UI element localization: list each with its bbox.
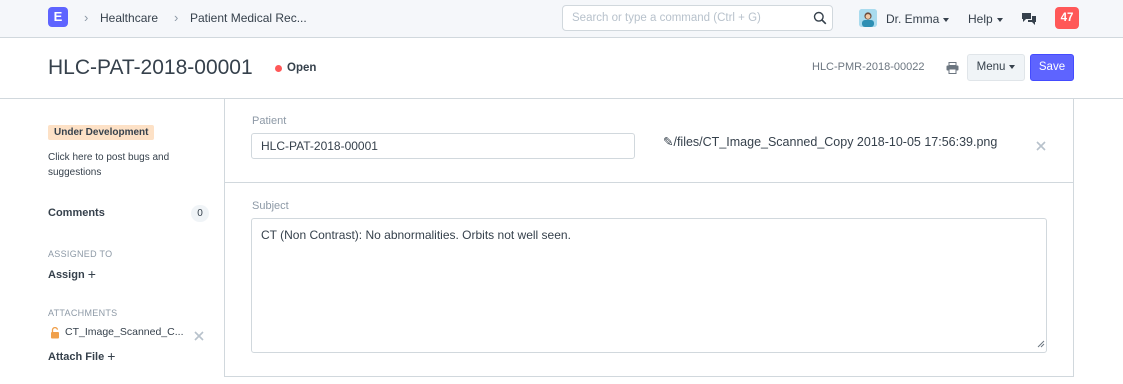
form-layout: Patient HLC-PAT-2018-00001 ✎/files/CT_Im… bbox=[224, 99, 1074, 377]
chat-icon[interactable] bbox=[1021, 12, 1037, 31]
menu-button[interactable]: Menu bbox=[967, 54, 1025, 81]
paperclip-icon: ✎ bbox=[663, 135, 674, 149]
attachment-item: CT_Image_Scanned_C... bbox=[48, 325, 208, 341]
file-path: /files/CT_Image_Scanned_Copy 2018-10-05 … bbox=[673, 135, 998, 149]
subject-label: Subject bbox=[252, 200, 289, 212]
navbar: E › Healthcare › Patient Medical Rec... … bbox=[0, 0, 1123, 38]
assigned-to-label: ASSIGNED TO bbox=[48, 249, 113, 259]
plus-icon: + bbox=[107, 348, 116, 364]
patient-field[interactable]: HLC-PAT-2018-00001 bbox=[251, 133, 635, 159]
plus-icon: + bbox=[87, 266, 96, 282]
attachment-file-link[interactable]: ✎/files/CT_Image_Scanned_Copy 2018-10-05… bbox=[663, 134, 997, 149]
attachment-link[interactable]: CT_Image_Scanned_C... bbox=[65, 326, 187, 338]
under-development-badge[interactable]: Under Development bbox=[48, 125, 155, 140]
close-icon[interactable] bbox=[194, 328, 204, 346]
comments-link[interactable]: Comments bbox=[48, 207, 105, 219]
app-logo[interactable]: E bbox=[48, 7, 68, 27]
caret-down-icon bbox=[943, 17, 950, 22]
search-input[interactable]: Search or type a command (Ctrl + G) bbox=[562, 5, 833, 31]
caret-down-icon bbox=[996, 17, 1003, 22]
subject-textarea[interactable]: CT (Non Contrast): No abnormalities. Orb… bbox=[251, 218, 1047, 353]
search-placeholder: Search or type a command (Ctrl + G) bbox=[572, 12, 761, 24]
unlock-icon bbox=[50, 326, 60, 344]
assign-button[interactable]: Assign + bbox=[48, 266, 96, 282]
breadcrumb-patient-medical-record[interactable]: Patient Medical Rec... bbox=[190, 11, 307, 25]
status-dot-icon bbox=[275, 65, 282, 72]
comments-count: 0 bbox=[191, 205, 209, 222]
document-name: HLC-PMR-2018-00022 bbox=[812, 61, 925, 73]
user-name: Dr. Emma bbox=[886, 12, 940, 26]
chevron-right-icon: › bbox=[174, 10, 179, 25]
save-button[interactable]: Save bbox=[1030, 54, 1074, 81]
search-icon[interactable] bbox=[813, 11, 827, 30]
status-indicator: Open bbox=[287, 62, 317, 74]
attach-file-button[interactable]: Attach File + bbox=[48, 348, 115, 364]
menu-label: Menu bbox=[976, 61, 1006, 73]
notification-badge[interactable]: 47 bbox=[1055, 7, 1079, 29]
section-divider bbox=[225, 182, 1073, 183]
breadcrumb-healthcare[interactable]: Healthcare bbox=[100, 11, 158, 25]
help-menu[interactable]: Help bbox=[968, 12, 1003, 26]
help-label: Help bbox=[968, 12, 993, 26]
resize-handle-icon[interactable] bbox=[1037, 337, 1045, 351]
page-head: HLC-PAT-2018-00001 Open HLC-PMR-2018-000… bbox=[0, 38, 1123, 99]
sidebar: Under Development Click here to post bug… bbox=[48, 99, 224, 384]
subject-text: CT (Non Contrast): No abnormalities. Orb… bbox=[261, 228, 571, 242]
close-icon[interactable] bbox=[1036, 138, 1046, 156]
user-menu[interactable]: Dr. Emma bbox=[886, 12, 950, 26]
chevron-right-icon: › bbox=[84, 10, 89, 25]
patient-label: Patient bbox=[252, 115, 287, 127]
page-title: HLC-PAT-2018-00001 bbox=[48, 56, 253, 79]
bug-report-link[interactable]: Click here to post bugs and suggestions bbox=[48, 150, 188, 180]
assign-label: Assign bbox=[48, 269, 85, 281]
attachments-label: ATTACHMENTS bbox=[48, 308, 118, 318]
avatar[interactable] bbox=[859, 9, 877, 27]
attach-file-label: Attach File bbox=[48, 351, 105, 363]
caret-down-icon bbox=[1009, 64, 1016, 69]
print-icon[interactable] bbox=[946, 61, 959, 79]
